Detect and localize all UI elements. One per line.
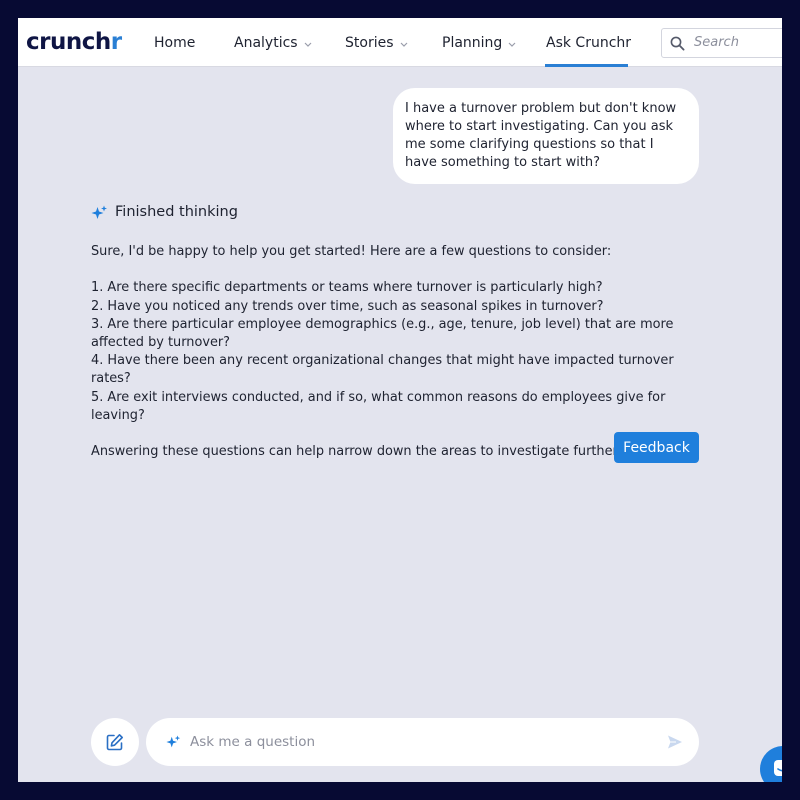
nav-item-planning[interactable]: Planning: [442, 34, 516, 52]
sparkle-icon: [166, 735, 181, 754]
nav-item-home[interactable]: Home: [154, 34, 195, 52]
nav-item-label: Stories: [345, 35, 394, 51]
answer-question-5: 5. Are exit interviews conducted, and if…: [91, 389, 666, 423]
answer-question-4: 4. Have there been any recent organizati…: [91, 353, 674, 387]
logo-part-3: r: [110, 29, 122, 55]
nav-item-label: Planning: [442, 35, 503, 51]
sparkle-icon: [91, 205, 108, 226]
user-message-bubble: I have a turnover problem but don't know…: [393, 88, 699, 184]
chevron-down-icon: [508, 34, 516, 52]
feedback-button[interactable]: Feedback: [614, 432, 699, 463]
assistant-answer: Sure, I'd be happy to help you get start…: [91, 243, 711, 461]
send-icon[interactable]: [667, 734, 683, 754]
top-navigation-bar: crunchr Home Analytics Stories Planning …: [18, 18, 782, 67]
nav-item-stories[interactable]: Stories: [345, 34, 408, 52]
crunchr-logo[interactable]: crunchr: [26, 27, 122, 57]
nav-item-label: Analytics: [234, 35, 298, 51]
thinking-status-label: Finished thinking: [115, 204, 238, 220]
search-placeholder: Search: [694, 35, 739, 50]
nav-item-label: Home: [154, 35, 196, 51]
answer-closing: Answering these questions can help narro…: [91, 444, 621, 460]
answer-question-3: 3. Are there particular employee demogra…: [91, 316, 674, 350]
nav-item-label: Ask Crunchr: [546, 35, 632, 51]
chat-launcher-button[interactable]: [760, 746, 782, 782]
new-chat-button[interactable]: [91, 718, 139, 766]
nav-item-analytics[interactable]: Analytics: [234, 34, 312, 52]
search-box[interactable]: Search: [661, 28, 782, 58]
active-tab-indicator: [545, 64, 628, 67]
edit-icon: [106, 734, 123, 751]
answer-question-1: 1. Are there specific departments or tea…: [91, 280, 603, 296]
user-message-text: I have a turnover problem but don't know…: [405, 101, 677, 170]
chevron-down-icon: [304, 34, 312, 52]
chevron-down-icon: [400, 34, 408, 52]
logo-part-2: runch: [39, 29, 111, 55]
ask-question-input[interactable]: [190, 730, 630, 754]
ask-question-composer[interactable]: [146, 718, 699, 766]
answer-intro: Sure, I'd be happy to help you get start…: [91, 244, 612, 259]
search-icon: [670, 36, 685, 55]
logo-part-1: c: [26, 29, 40, 55]
app-window: crunchr Home Analytics Stories Planning …: [18, 18, 782, 782]
answer-question-2: 2. Have you noticed any trends over time…: [91, 298, 604, 314]
chat-icon: [774, 760, 782, 776]
nav-item-ask-crunchr[interactable]: Ask Crunchr: [546, 34, 631, 52]
